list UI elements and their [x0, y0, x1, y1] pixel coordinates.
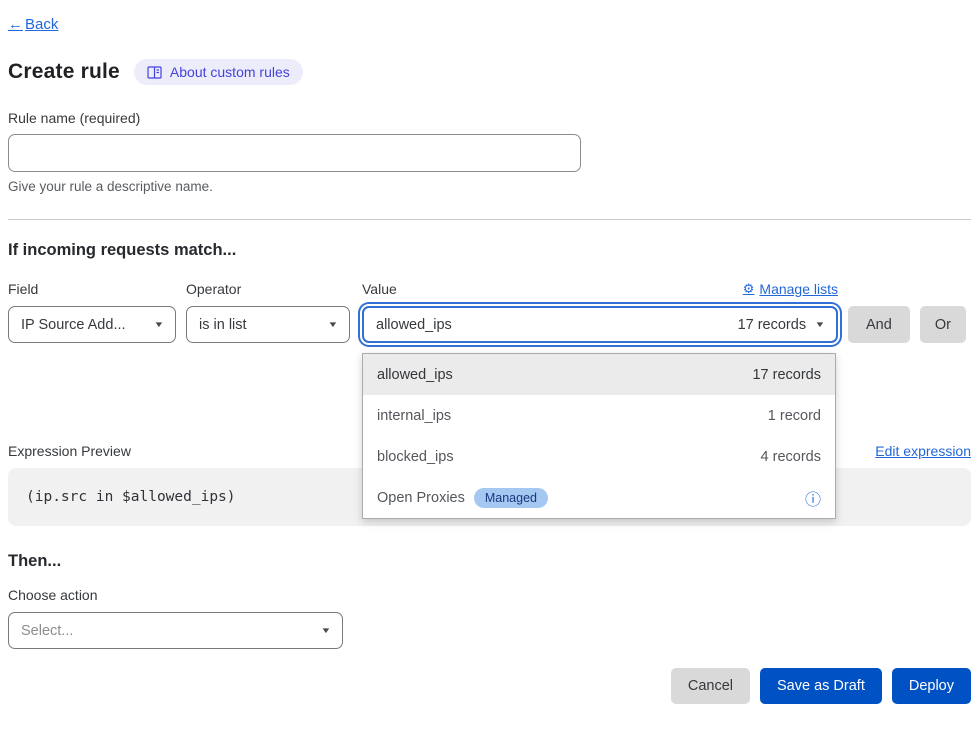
- operator-select[interactable]: is in list ▼: [186, 306, 350, 343]
- condition-labels-row: Field Operator Value ⚙ Manage lists: [8, 281, 971, 297]
- rule-name-helper: Give your rule a descriptive name.: [8, 179, 971, 194]
- list-item-internal-ips[interactable]: internal_ips 1 record: [363, 395, 835, 436]
- match-section-heading: If incoming requests match...: [8, 241, 971, 260]
- and-button[interactable]: And: [848, 306, 910, 343]
- info-icon[interactable]: ⓘ: [805, 486, 821, 510]
- value-label-row: Value ⚙ Manage lists: [362, 281, 838, 297]
- footer-actions: Cancel Save as Draft Deploy: [8, 668, 971, 704]
- about-custom-rules-link[interactable]: About custom rules: [134, 59, 303, 85]
- section-divider: [8, 219, 971, 220]
- value-select[interactable]: allowed_ips 17 records ▼: [362, 306, 838, 343]
- list-item-open-proxies[interactable]: Open Proxies Managed ⓘ: [363, 477, 835, 518]
- chevron-down-icon: ▼: [320, 626, 331, 635]
- chevron-down-icon: ▼: [327, 320, 338, 329]
- expression-code: (ip.src in $allowed_ips): [26, 489, 236, 505]
- rule-name-label: Rule name (required): [8, 110, 971, 126]
- action-select[interactable]: Select... ▼: [8, 612, 343, 649]
- condition-row: IP Source Add... ▼ is in list ▼ allowed_…: [8, 306, 971, 343]
- back-link-label: Back: [25, 16, 58, 33]
- list-item-allowed-ips[interactable]: allowed_ips 17 records: [363, 354, 835, 395]
- chevron-down-icon: ▼: [153, 320, 164, 329]
- field-label: Field: [8, 281, 176, 297]
- ip-list-dropdown-menu: allowed_ips 17 records internal_ips 1 re…: [362, 353, 836, 519]
- about-badge-label: About custom rules: [170, 64, 290, 80]
- action-select-placeholder: Select...: [21, 623, 73, 639]
- list-item-record-count: 17 records: [752, 367, 821, 383]
- choose-action-label: Choose action: [8, 587, 971, 603]
- value-label: Value: [362, 281, 397, 297]
- expression-preview-label: Expression Preview: [8, 443, 131, 459]
- save-as-draft-button[interactable]: Save as Draft: [760, 668, 882, 704]
- back-row: ←Back: [8, 16, 971, 33]
- manage-lists-label: Manage lists: [759, 281, 838, 297]
- list-item-record-count: 4 records: [761, 449, 821, 465]
- managed-badge: Managed: [474, 488, 548, 508]
- arrow-left-icon: ←: [8, 16, 23, 33]
- deploy-button[interactable]: Deploy: [892, 668, 971, 704]
- list-item-blocked-ips[interactable]: blocked_ips 4 records: [363, 436, 835, 477]
- list-item-name: internal_ips: [377, 408, 451, 424]
- rule-name-input[interactable]: [8, 134, 581, 172]
- list-item-name: blocked_ips: [377, 449, 454, 465]
- operator-label: Operator: [186, 281, 350, 297]
- cancel-button[interactable]: Cancel: [671, 668, 750, 704]
- gear-icon: ⚙: [743, 281, 755, 297]
- page-title: Create rule: [8, 60, 120, 84]
- value-select-record-count: 17 records: [738, 317, 807, 333]
- list-item-name: Open Proxies: [377, 490, 465, 506]
- title-row: Create rule About custom rules: [8, 59, 971, 85]
- value-select-wrap: allowed_ips 17 records ▼ allowed_ips 17 …: [362, 306, 838, 343]
- manage-lists-link[interactable]: ⚙ Manage lists: [743, 281, 838, 297]
- field-select-value: IP Source Add...: [21, 317, 126, 333]
- edit-expression-link[interactable]: Edit expression: [875, 443, 971, 459]
- value-select-meta-group: 17 records ▼: [738, 317, 824, 333]
- list-item-name: allowed_ips: [377, 367, 453, 383]
- chevron-down-icon: ▼: [814, 320, 825, 329]
- list-item-left: Open Proxies Managed: [377, 488, 548, 508]
- book-icon: [147, 66, 162, 79]
- or-button[interactable]: Or: [920, 306, 966, 343]
- operator-select-value: is in list: [199, 317, 247, 333]
- create-rule-page: ←Back Create rule About custom rules Rul…: [0, 0, 979, 704]
- value-select-value: allowed_ips: [376, 317, 452, 333]
- list-item-record-count: 1 record: [768, 408, 821, 424]
- back-link[interactable]: ←Back: [8, 16, 58, 33]
- field-select[interactable]: IP Source Add... ▼: [8, 306, 176, 343]
- then-section-heading: Then...: [8, 552, 971, 571]
